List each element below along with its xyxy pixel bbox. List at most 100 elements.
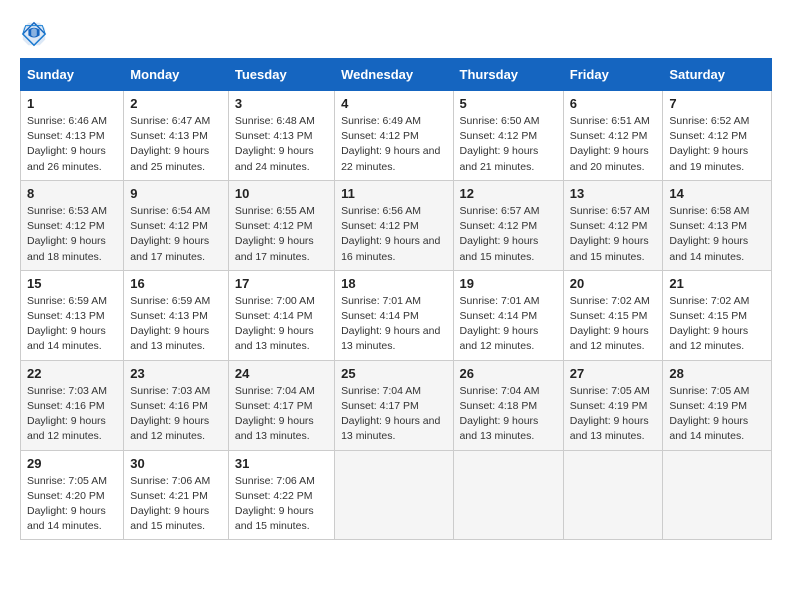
calendar-week-row: 29 Sunrise: 7:05 AM Sunset: 4:20 PM Dayli… — [21, 450, 772, 540]
day-info: Sunrise: 7:03 AM Sunset: 4:16 PM Dayligh… — [27, 384, 117, 445]
calendar-cell: 30 Sunrise: 7:06 AM Sunset: 4:21 PM Dayli… — [124, 450, 229, 540]
day-info: Sunrise: 6:50 AM Sunset: 4:12 PM Dayligh… — [460, 114, 557, 175]
day-number: 5 — [460, 96, 557, 111]
calendar-cell: 1 Sunrise: 6:46 AM Sunset: 4:13 PM Daylig… — [21, 91, 124, 181]
day-number: 10 — [235, 186, 328, 201]
calendar-cell: 4 Sunrise: 6:49 AM Sunset: 4:12 PM Daylig… — [335, 91, 453, 181]
calendar-cell: 8 Sunrise: 6:53 AM Sunset: 4:12 PM Daylig… — [21, 180, 124, 270]
calendar-cell — [453, 450, 563, 540]
calendar-cell: 31 Sunrise: 7:06 AM Sunset: 4:22 PM Dayli… — [228, 450, 334, 540]
day-info: Sunrise: 6:47 AM Sunset: 4:13 PM Dayligh… — [130, 114, 222, 175]
calendar-cell: 25 Sunrise: 7:04 AM Sunset: 4:17 PM Dayli… — [335, 360, 453, 450]
day-info: Sunrise: 7:03 AM Sunset: 4:16 PM Dayligh… — [130, 384, 222, 445]
calendar-cell: 24 Sunrise: 7:04 AM Sunset: 4:17 PM Dayli… — [228, 360, 334, 450]
day-info: Sunrise: 7:05 AM Sunset: 4:19 PM Dayligh… — [570, 384, 657, 445]
calendar-cell: 9 Sunrise: 6:54 AM Sunset: 4:12 PM Daylig… — [124, 180, 229, 270]
calendar-cell: 21 Sunrise: 7:02 AM Sunset: 4:15 PM Dayli… — [663, 270, 772, 360]
calendar-cell: 26Sunrise: 7:04 AM Sunset: 4:18 PM Dayli… — [453, 360, 563, 450]
column-header-wednesday: Wednesday — [335, 59, 453, 91]
calendar-cell: 11 Sunrise: 6:56 AM Sunset: 4:12 PM Dayli… — [335, 180, 453, 270]
page-header — [20, 20, 772, 48]
day-info: Sunrise: 7:05 AM Sunset: 4:19 PM Dayligh… — [669, 384, 765, 445]
day-info: Sunrise: 7:00 AM Sunset: 4:14 PM Dayligh… — [235, 294, 328, 355]
logo — [20, 20, 50, 48]
day-number: 30 — [130, 456, 222, 471]
calendar-cell: 16 Sunrise: 6:59 AM Sunset: 4:13 PM Dayli… — [124, 270, 229, 360]
day-number: 3 — [235, 96, 328, 111]
day-number: 25 — [341, 366, 446, 381]
column-header-monday: Monday — [124, 59, 229, 91]
day-info: Sunrise: 6:49 AM Sunset: 4:12 PM Dayligh… — [341, 114, 446, 175]
day-number: 13 — [570, 186, 657, 201]
day-info: Sunrise: 6:59 AM Sunset: 4:13 PM Dayligh… — [27, 294, 117, 355]
day-info: Sunrise: 7:04 AM Sunset: 4:17 PM Dayligh… — [235, 384, 328, 445]
day-info: Sunrise: 7:06 AM Sunset: 4:21 PM Dayligh… — [130, 474, 222, 535]
day-number: 29 — [27, 456, 117, 471]
day-number: 28 — [669, 366, 765, 381]
day-number: 19 — [460, 276, 557, 291]
day-number: 20 — [570, 276, 657, 291]
calendar-cell: 23 Sunrise: 7:03 AM Sunset: 4:16 PM Dayli… — [124, 360, 229, 450]
day-info: Sunrise: 7:02 AM Sunset: 4:15 PM Dayligh… — [669, 294, 765, 355]
day-number: 24 — [235, 366, 328, 381]
calendar-week-row: 1 Sunrise: 6:46 AM Sunset: 4:13 PM Daylig… — [21, 91, 772, 181]
day-number: 12 — [460, 186, 557, 201]
day-number: 16 — [130, 276, 222, 291]
day-number: 4 — [341, 96, 446, 111]
calendar-cell: 2 Sunrise: 6:47 AM Sunset: 4:13 PM Daylig… — [124, 91, 229, 181]
day-info: Sunrise: 6:46 AM Sunset: 4:13 PM Dayligh… — [27, 114, 117, 175]
calendar-cell: 22 Sunrise: 7:03 AM Sunset: 4:16 PM Dayli… — [21, 360, 124, 450]
day-info: Sunrise: 7:01 AM Sunset: 4:14 PM Dayligh… — [460, 294, 557, 355]
calendar-cell: 15 Sunrise: 6:59 AM Sunset: 4:13 PM Dayli… — [21, 270, 124, 360]
day-number: 14 — [669, 186, 765, 201]
calendar-header-row: SundayMondayTuesdayWednesdayThursdayFrid… — [21, 59, 772, 91]
day-number: 1 — [27, 96, 117, 111]
column-header-tuesday: Tuesday — [228, 59, 334, 91]
day-info: Sunrise: 7:02 AM Sunset: 4:15 PM Dayligh… — [570, 294, 657, 355]
day-number: 18 — [341, 276, 446, 291]
day-info: Sunrise: 7:04 AM Sunset: 4:17 PM Dayligh… — [341, 384, 446, 445]
calendar-cell: 20 Sunrise: 7:02 AM Sunset: 4:15 PM Dayli… — [563, 270, 663, 360]
day-number: 15 — [27, 276, 117, 291]
day-number: 9 — [130, 186, 222, 201]
calendar-cell: 3 Sunrise: 6:48 AM Sunset: 4:13 PM Daylig… — [228, 91, 334, 181]
day-number: 31 — [235, 456, 328, 471]
day-info: Sunrise: 6:54 AM Sunset: 4:12 PM Dayligh… — [130, 204, 222, 265]
calendar-week-row: 22 Sunrise: 7:03 AM Sunset: 4:16 PM Dayli… — [21, 360, 772, 450]
column-header-thursday: Thursday — [453, 59, 563, 91]
day-info: Sunrise: 6:57 AM Sunset: 4:12 PM Dayligh… — [570, 204, 657, 265]
day-number: 17 — [235, 276, 328, 291]
day-info: Sunrise: 7:01 AM Sunset: 4:14 PM Dayligh… — [341, 294, 446, 355]
general-blue-logo-icon — [20, 20, 48, 48]
calendar-cell — [663, 450, 772, 540]
column-header-saturday: Saturday — [663, 59, 772, 91]
calendar-cell: 10Sunrise: 6:55 AM Sunset: 4:12 PM Dayli… — [228, 180, 334, 270]
calendar-table: SundayMondayTuesdayWednesdayThursdayFrid… — [20, 58, 772, 540]
day-number: 21 — [669, 276, 765, 291]
day-number: 8 — [27, 186, 117, 201]
calendar-cell: 29 Sunrise: 7:05 AM Sunset: 4:20 PM Dayli… — [21, 450, 124, 540]
calendar-cell: 6Sunrise: 6:51 AM Sunset: 4:12 PM Daylig… — [563, 91, 663, 181]
day-number: 2 — [130, 96, 222, 111]
calendar-cell: 7 Sunrise: 6:52 AM Sunset: 4:12 PM Daylig… — [663, 91, 772, 181]
day-number: 23 — [130, 366, 222, 381]
day-info: Sunrise: 6:56 AM Sunset: 4:12 PM Dayligh… — [341, 204, 446, 265]
day-info: Sunrise: 6:53 AM Sunset: 4:12 PM Dayligh… — [27, 204, 117, 265]
day-info: Sunrise: 6:59 AM Sunset: 4:13 PM Dayligh… — [130, 294, 222, 355]
day-number: 7 — [669, 96, 765, 111]
calendar-cell: 13 Sunrise: 6:57 AM Sunset: 4:12 PM Dayli… — [563, 180, 663, 270]
calendar-week-row: 15 Sunrise: 6:59 AM Sunset: 4:13 PM Dayli… — [21, 270, 772, 360]
day-info: Sunrise: 6:48 AM Sunset: 4:13 PM Dayligh… — [235, 114, 328, 175]
day-info: Sunrise: 7:05 AM Sunset: 4:20 PM Dayligh… — [27, 474, 117, 535]
day-info: Sunrise: 7:06 AM Sunset: 4:22 PM Dayligh… — [235, 474, 328, 535]
day-info: Sunrise: 6:51 AM Sunset: 4:12 PM Dayligh… — [570, 114, 657, 175]
day-number: 11 — [341, 186, 446, 201]
day-info: Sunrise: 7:04 AM Sunset: 4:18 PM Dayligh… — [460, 384, 557, 445]
calendar-cell: 5 Sunrise: 6:50 AM Sunset: 4:12 PM Daylig… — [453, 91, 563, 181]
calendar-cell: 27 Sunrise: 7:05 AM Sunset: 4:19 PM Dayli… — [563, 360, 663, 450]
day-number: 22 — [27, 366, 117, 381]
day-info: Sunrise: 6:57 AM Sunset: 4:12 PM Dayligh… — [460, 204, 557, 265]
day-number: 27 — [570, 366, 657, 381]
calendar-cell: 14Sunrise: 6:58 AM Sunset: 4:13 PM Dayli… — [663, 180, 772, 270]
day-info: Sunrise: 6:52 AM Sunset: 4:12 PM Dayligh… — [669, 114, 765, 175]
